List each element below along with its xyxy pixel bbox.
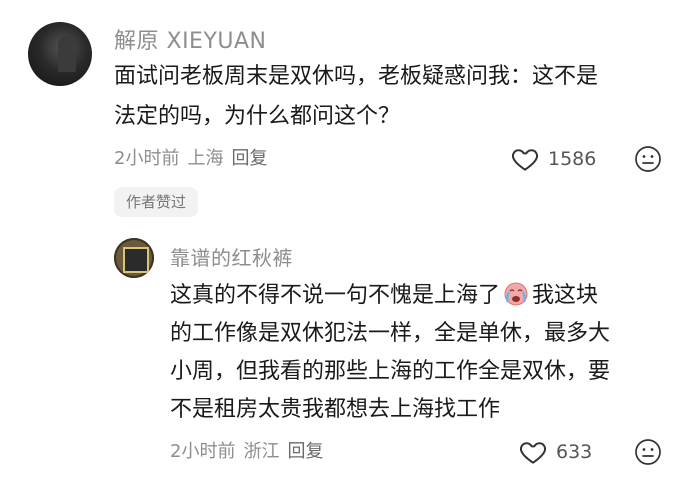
comment-time: 2小时前 <box>114 148 180 169</box>
reply-line-1-text-before: 这真的不得不说一句不愧是上海了 <box>170 283 501 308</box>
heart-outline-icon <box>510 144 540 174</box>
crying-face-emoji <box>502 279 530 307</box>
comment-line-2: 法定的吗，为什么都问这个？ <box>114 104 401 129</box>
reply-line-2: 的工作像是双休犯法一样，全是单休，最多大 <box>170 321 611 346</box>
avatar[interactable] <box>28 22 92 86</box>
comment-like-count: 1586 <box>548 148 597 170</box>
comment-username[interactable]: 解原 XIEYUAN <box>114 29 267 55</box>
meh-face-icon[interactable] <box>634 145 662 173</box>
meh-face-icon[interactable] <box>634 438 662 466</box>
reply-time: 2小时前 <box>170 441 236 462</box>
reply-location: 浙江 <box>243 441 280 462</box>
reply-like-count: 633 <box>556 441 593 463</box>
comment-reply-button[interactable]: 回复 <box>231 148 267 169</box>
comment-location: 上海 <box>187 148 224 169</box>
comment-line-1: 面试问老板周末是双休吗，老板疑惑问我：这不是 <box>114 64 599 89</box>
author-liked-badge: 作者赞过 <box>114 187 199 217</box>
reply-line-3: 小周，但我看的那些上海的工作全是双休，要 <box>170 359 611 384</box>
heart-outline-icon <box>518 437 548 467</box>
reply-line-1: 这真的不得不说一句不愧是上海了 我这块 <box>170 277 598 315</box>
comment-meta: 2小时前 上海 回复 <box>114 147 275 171</box>
reply-meta: 2小时前 浙江 回复 <box>170 440 331 464</box>
reply-username[interactable]: 靠谱的红秋裤 <box>170 245 293 271</box>
reply-line-1-text-after: 我这块 <box>532 283 599 308</box>
reply-reply-button[interactable]: 回复 <box>287 441 323 462</box>
reply-line-4: 不是租房太贵我都想去上海找工作 <box>170 397 501 422</box>
reply-avatar[interactable] <box>114 238 154 278</box>
